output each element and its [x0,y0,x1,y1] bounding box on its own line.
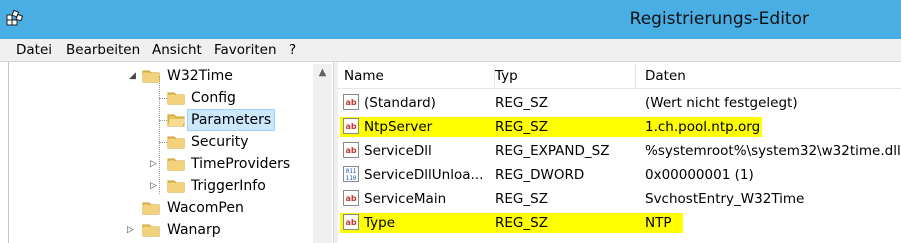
value-data: %systemroot%\system32\w32time.dll [645,143,901,159]
expand-icon[interactable]: ▷ [127,219,134,241]
window-title: Registrierungs-Editor [629,9,809,29]
value-name: NtpServer [364,119,433,135]
tree-item-label: Config [191,90,236,106]
tree-item-label: W32Time [167,68,233,84]
value-type: REG_SZ [495,119,548,135]
tree-item-label: Parameters [187,109,276,131]
string-value-icon: ab [343,94,359,110]
value-data: SvchostEntry_W32Time [645,191,805,207]
column-header-name[interactable]: Name [338,64,495,88]
svg-text:ab: ab [345,98,356,107]
value-row[interactable]: ab ServiceMain REG_SZ SvchostEntry_W32Time [338,187,901,211]
binary-value-icon: 011110 [343,166,359,182]
svg-text:ab: ab [345,218,356,227]
svg-text:ab: ab [345,122,356,131]
string-value-icon: ab [343,190,359,206]
value-data: NTP [645,215,672,231]
tree-item-label: TimeProviders [191,156,291,172]
tree-item-config[interactable]: Config [9,87,309,109]
header-divider [338,88,901,89]
values-list[interactable]: Name Typ Daten ab (Standard) REG_SZ (Wert n… [338,62,901,243]
expand-icon[interactable]: ▷ [150,175,157,197]
value-name: ServiceMain [364,191,447,207]
tree-item-label: TriggerInfo [191,178,266,194]
menu-datei[interactable]: Datei [16,42,52,58]
tree-item-label: Wanarp [167,222,221,238]
menu-help[interactable]: ? [289,42,296,58]
value-type: REG_SZ [495,215,548,231]
menu-ansicht[interactable]: Ansicht [152,42,202,58]
value-name: ServiceDllUnloa... [364,167,484,183]
string-value-icon: ab [343,118,359,134]
folder-icon [167,180,185,193]
collapse-icon[interactable]: ◢ [129,65,136,87]
scroll-up-icon[interactable]: ▲ [313,64,332,82]
title-bar: Registrierungs-Editor [0,0,901,39]
value-type: REG_DWORD [495,167,585,183]
svg-text:110: 110 [346,175,357,182]
tree-item-label: WacomPen [167,200,244,216]
svg-text:ab: ab [345,194,356,203]
tree-item-security[interactable]: Security [9,131,309,153]
folder-icon [167,158,185,171]
folder-icon [142,202,160,215]
value-row[interactable]: ab ServiceDll REG_EXPAND_SZ %systemroot%\sy… [338,139,901,163]
value-type: REG_EXPAND_SZ [495,143,610,159]
value-name: (Standard) [364,95,436,111]
value-data: 1.ch.pool.ntp.org [645,119,761,135]
value-name: ServiceDll [364,143,432,159]
tree-item-wacompen[interactable]: WacomPen [9,197,309,219]
value-data: 0x00000001 (1) [645,167,754,183]
menu-favoriten[interactable]: Favoriten [214,42,277,58]
tree-item-wanarp[interactable]: ▷ Wanarp [9,219,309,241]
column-header-data[interactable]: Daten [645,64,901,88]
folder-icon [142,224,160,237]
folder-icon [167,136,185,149]
value-row[interactable]: ab NtpServer REG_SZ 1.ch.pool.ntp.org [338,115,901,139]
registry-tree[interactable]: ◢ W32Time Config Parameters Security ▷ T… [8,62,334,243]
value-row[interactable]: ab Type REG_SZ NTP [338,211,901,235]
menu-bar: Datei Bearbeiten Ansicht Favoriten ? [0,39,901,61]
value-name: Type [364,215,396,231]
value-row[interactable]: 011 110 ServiceDllUnloa... REG_DWORD 0x00000… [338,163,901,187]
svg-text:011: 011 [346,168,357,175]
menu-bearbeiten[interactable]: Bearbeiten [66,42,140,58]
folder-open-icon [167,114,185,127]
string-value-icon: ab [343,214,359,230]
folder-icon [167,92,185,105]
column-header-type[interactable]: Typ [495,64,636,88]
string-value-icon: ab [343,142,359,158]
tree-scrollbar[interactable]: ▲ [313,64,332,243]
tree-item-parameters[interactable]: Parameters [9,109,309,131]
value-data: (Wert nicht festgelegt) [645,95,798,111]
expand-icon[interactable]: ▷ [150,153,157,175]
value-type: REG_SZ [495,191,548,207]
value-row[interactable]: ab (Standard) REG_SZ (Wert nicht festgelegt… [338,91,901,115]
tree-item-label: Security [191,134,249,150]
tree-item-timeproviders[interactable]: ▷ TimeProviders [9,153,309,175]
tree-item-triggerinfo[interactable]: ▷ TriggerInfo [9,175,309,197]
svg-text:ab: ab [345,146,356,155]
tree-item-w32time[interactable]: ◢ W32Time [9,65,309,87]
value-type: REG_SZ [495,95,548,111]
folder-icon [142,70,160,83]
